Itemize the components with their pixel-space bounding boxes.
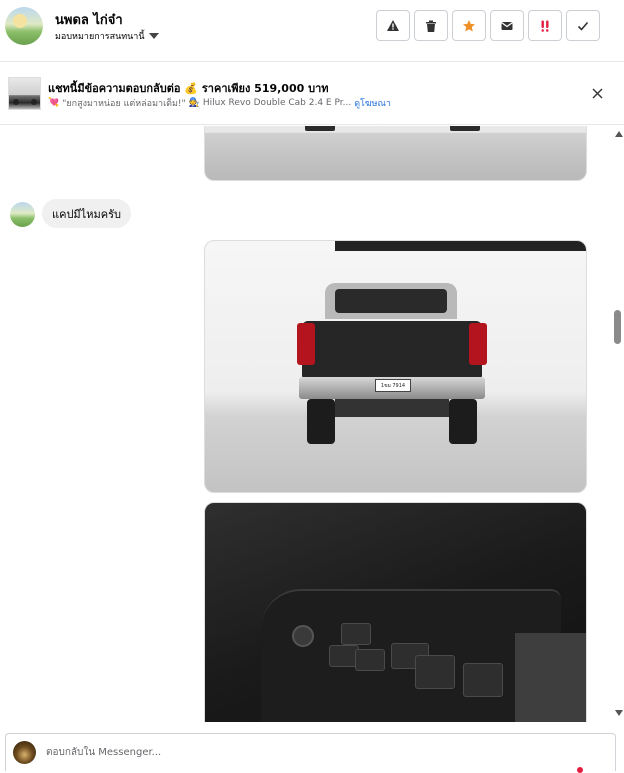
image-message-door-panel[interactable]	[204, 502, 587, 722]
spam-icon	[541, 20, 549, 32]
star-button[interactable]	[452, 10, 486, 41]
scroll-down-arrow-icon[interactable]	[615, 710, 623, 716]
chat-scrollbar[interactable]	[612, 126, 624, 722]
view-ad-link[interactable]: ดูโฆษณา	[354, 96, 391, 110]
page-avatar	[13, 741, 36, 764]
conversation-header: นพดล ไก่จ๋า มอบหมายการสนทนานี้	[0, 0, 624, 62]
reply-input[interactable]	[46, 743, 586, 761]
image-message[interactable]	[204, 126, 587, 181]
star-icon	[463, 19, 475, 31]
ad-vehicle: Hilux Revo Double Cab 2.4 E Pr...	[202, 98, 352, 108]
chevron-down-icon	[148, 33, 159, 39]
heart-icon: 💘	[48, 98, 60, 108]
ad-subtitle: 💘 "ยกสูงมาหน่อย แต่หล่อมาเต็ม!" 🧑‍🔧 Hilu…	[48, 96, 391, 110]
close-banner-button[interactable]	[588, 84, 606, 102]
license-plate: 1ขม 7914	[375, 379, 411, 392]
ad-headline: "ยกสูงมาหน่อย แต่หล่อมาเต็ม!"	[62, 99, 186, 109]
spam-button[interactable]	[528, 10, 562, 41]
scrollbar-thumb[interactable]	[614, 310, 621, 344]
warning-icon	[387, 19, 399, 31]
ad-context-banner: แชทนี้มีข้อความตอบกลับต่อ 💰 ราคาเพียง 51…	[0, 63, 624, 125]
license-plate-text: 1ขม 7914	[380, 383, 406, 389]
trash-icon	[426, 20, 436, 32]
contact-name[interactable]: นพดล ไก่จ๋า	[55, 9, 123, 30]
delete-button[interactable]	[414, 10, 448, 41]
message-thread[interactable]: แคปมีไหมครับ 1ขม 7914	[0, 126, 612, 722]
ad-thumbnail[interactable]	[8, 77, 41, 110]
assign-conversation-dropdown[interactable]: มอบหมายการสนทนานี้	[55, 29, 159, 43]
mark-done-button[interactable]	[566, 10, 600, 41]
truck-photo: 1ขม 7914	[297, 281, 487, 446]
customer-avatar[interactable]	[10, 202, 35, 227]
close-icon	[592, 88, 602, 98]
mark-unread-button[interactable]	[490, 10, 524, 41]
image-message-truck-rear[interactable]: 1ขม 7914	[204, 240, 587, 493]
reply-composer	[5, 733, 616, 773]
assign-label: มอบหมายการสนทนานี้	[55, 32, 145, 42]
action-toolbar	[376, 10, 600, 41]
contact-avatar[interactable]	[5, 7, 43, 45]
ad-title: แชทนี้มีข้อความตอบกลับต่อ 💰 ราคาเพียง 51…	[48, 82, 329, 95]
scroll-up-arrow-icon[interactable]	[615, 131, 623, 137]
person-icon: 🧑‍🔧	[188, 98, 200, 108]
customer-message-bubble[interactable]: แคปมีไหมครับ	[42, 199, 131, 228]
mail-icon	[501, 21, 513, 30]
report-button[interactable]	[376, 10, 410, 41]
check-icon	[577, 21, 589, 31]
notification-dot	[577, 767, 583, 773]
